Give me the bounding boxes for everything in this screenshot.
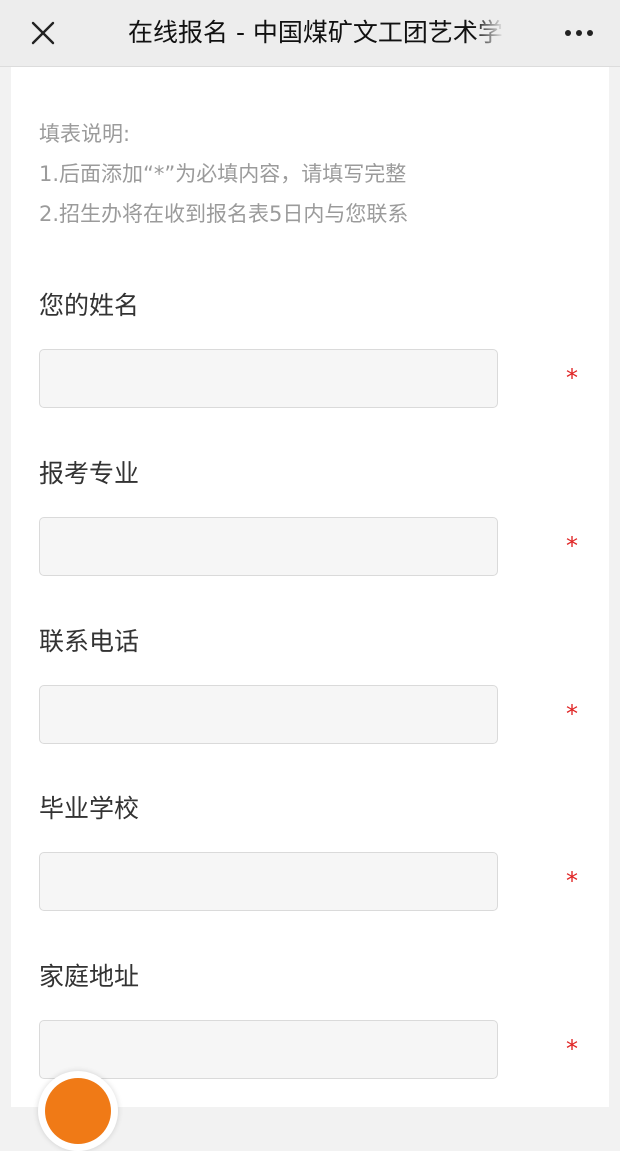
required-marker: *	[566, 867, 578, 895]
name-label: 您的姓名	[39, 291, 140, 320]
instructions-line: 2.招生办将在收到报名表5日内与您联系	[39, 202, 409, 226]
page-title: 在线报名 - 中国煤矿文工团艺术学	[128, 18, 503, 47]
address-label: 家庭地址	[39, 962, 140, 991]
instructions-line: 1.后面添加“*”为必填内容，请填写完整	[39, 162, 407, 186]
floating-action-button[interactable]	[38, 1071, 118, 1151]
school-label: 毕业学校	[39, 794, 140, 823]
close-button[interactable]	[24, 13, 64, 53]
form-instructions: 填表说明: 1.后面添加“*”为必填内容，请填写完整 2.招生办将在收到报名表5…	[39, 114, 579, 234]
more-options-button[interactable]	[554, 19, 604, 47]
name-input[interactable]	[39, 349, 498, 408]
phone-label: 联系电话	[39, 627, 140, 656]
major-input[interactable]	[39, 517, 498, 576]
required-marker: *	[566, 700, 578, 728]
required-marker: *	[566, 1035, 578, 1063]
required-marker: *	[566, 532, 578, 560]
phone-input[interactable]	[39, 685, 498, 744]
major-label: 报考专业	[39, 459, 140, 488]
close-icon	[31, 21, 55, 45]
address-input[interactable]	[39, 1020, 498, 1079]
instructions-heading: 填表说明:	[39, 122, 131, 146]
required-marker: *	[566, 364, 578, 392]
school-input[interactable]	[39, 852, 498, 911]
more-horizontal-icon	[565, 30, 593, 36]
navigation-bar: 在线报名 - 中国煤矿文工团艺术学	[0, 0, 620, 67]
fab-circle-icon	[45, 1078, 111, 1144]
